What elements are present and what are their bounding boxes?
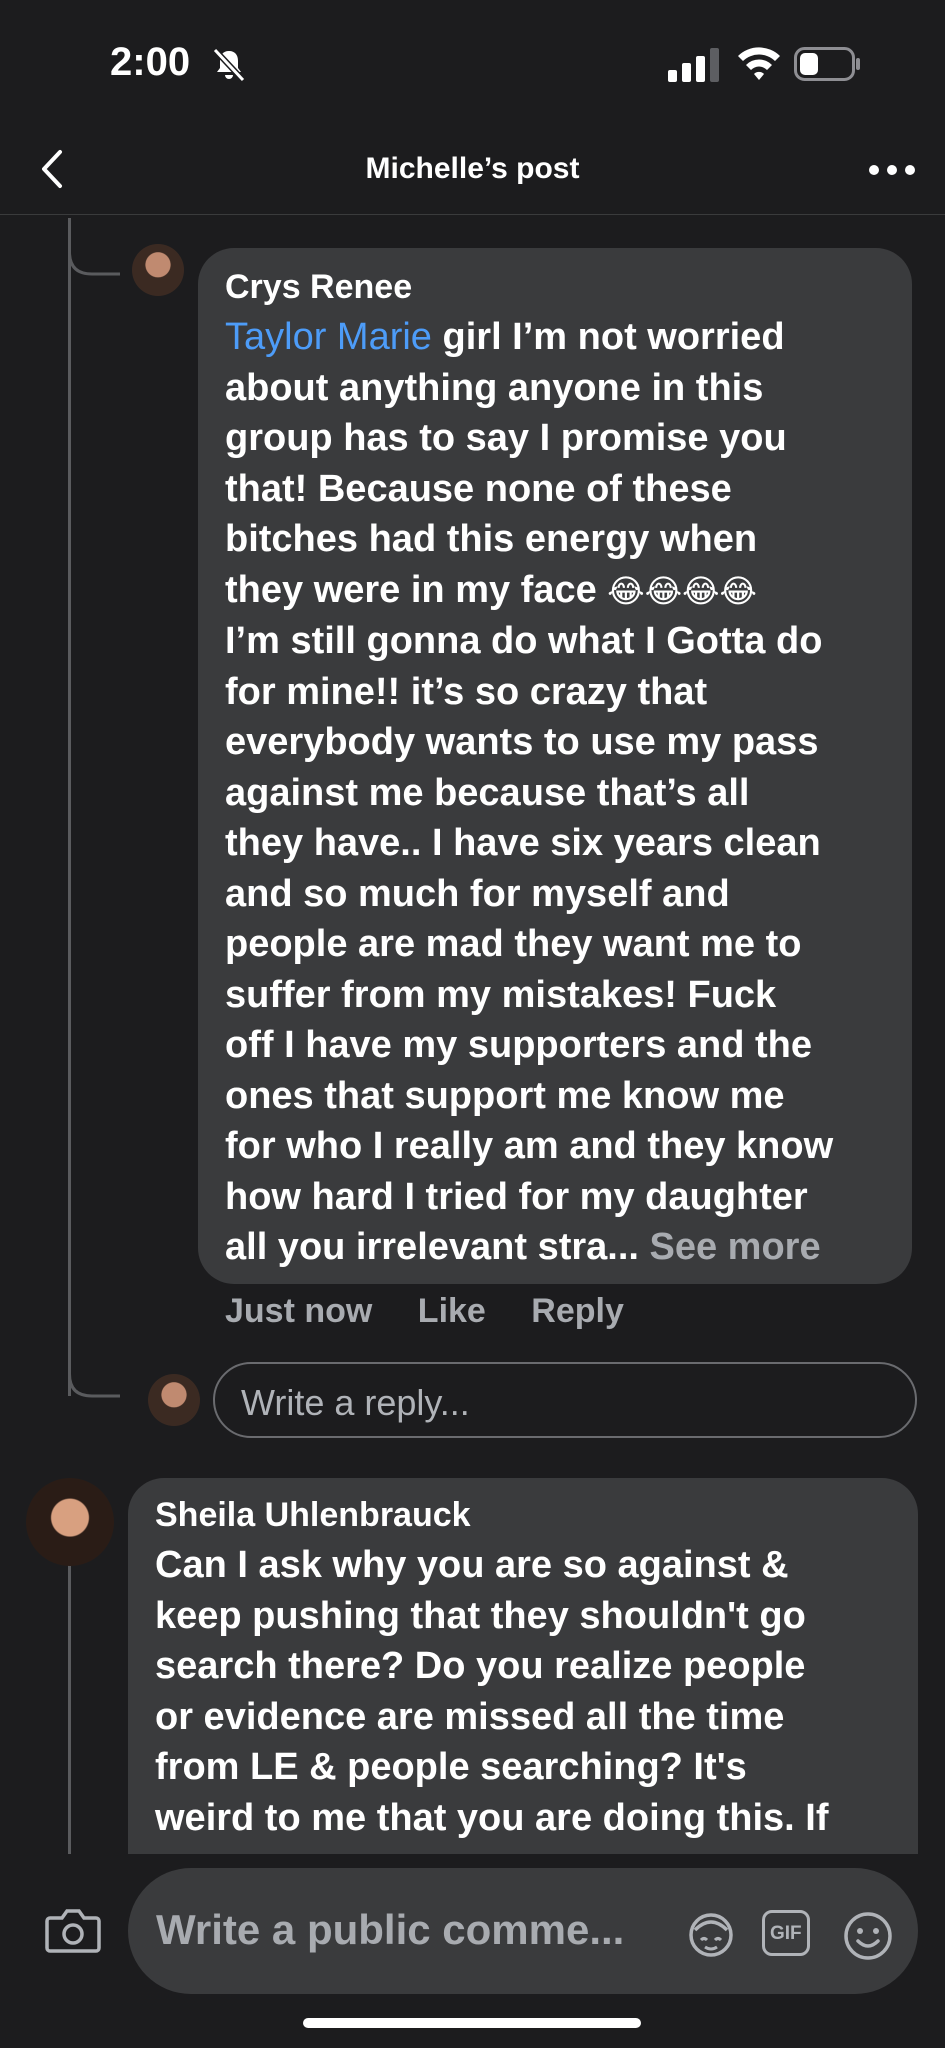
header: Michelle’s post — [0, 130, 945, 215]
comment-author[interactable]: Crys Renee — [225, 268, 412, 307]
like-button[interactable]: Like — [418, 1292, 486, 1330]
status-bar: 2:00 — [0, 0, 945, 130]
comment-composer-bar: Write a public comme... GIF — [0, 1854, 945, 2048]
thread-connector — [68, 1340, 120, 1398]
avatar[interactable] — [132, 244, 184, 296]
page-title: Michelle’s post — [365, 152, 580, 185]
camera-icon[interactable] — [44, 1906, 102, 1954]
wifi-icon — [738, 47, 780, 80]
status-time: 2:00 — [110, 40, 191, 84]
mention-link[interactable]: Taylor Marie — [225, 316, 432, 358]
laughing-emoji: 😂😂😂😂 — [607, 572, 757, 609]
public-comment-input[interactable]: Write a public comme... GIF — [128, 1868, 918, 1994]
comment-text: Can I ask why you are so against & keep … — [155, 1544, 829, 1839]
thread-line — [68, 1550, 71, 1854]
comment-text: Taylor Marie girl I’m not worried about … — [225, 316, 834, 1268]
comment-placeholder: Write a public comme... — [156, 1906, 625, 1953]
thread-connector — [68, 218, 120, 276]
battery-icon — [794, 47, 860, 81]
reply-button[interactable]: Reply — [531, 1292, 624, 1330]
emoji-icon[interactable] — [842, 1910, 894, 1962]
signal-icon — [668, 48, 719, 82]
avatar — [148, 1374, 200, 1426]
reply-input[interactable]: Write a reply... — [213, 1362, 917, 1438]
home-indicator — [303, 2018, 641, 2028]
gif-icon[interactable]: GIF — [762, 1910, 810, 1956]
gif-label: GIF — [770, 1923, 802, 1944]
more-options-icon[interactable] — [864, 150, 920, 190]
comment-actions: Just now Like Reply — [225, 1292, 660, 1331]
avatar-sticker-icon[interactable] — [686, 1910, 736, 1960]
comment-author[interactable]: Sheila Uhlenbrauck — [155, 1496, 471, 1535]
thread-line — [68, 218, 71, 1396]
comment-time: Just now — [225, 1292, 373, 1330]
see-more-link[interactable]: See more — [650, 1226, 821, 1268]
bell-off-icon — [212, 47, 246, 83]
reply-placeholder: Write a reply... — [241, 1382, 470, 1423]
avatar[interactable] — [26, 1478, 114, 1566]
